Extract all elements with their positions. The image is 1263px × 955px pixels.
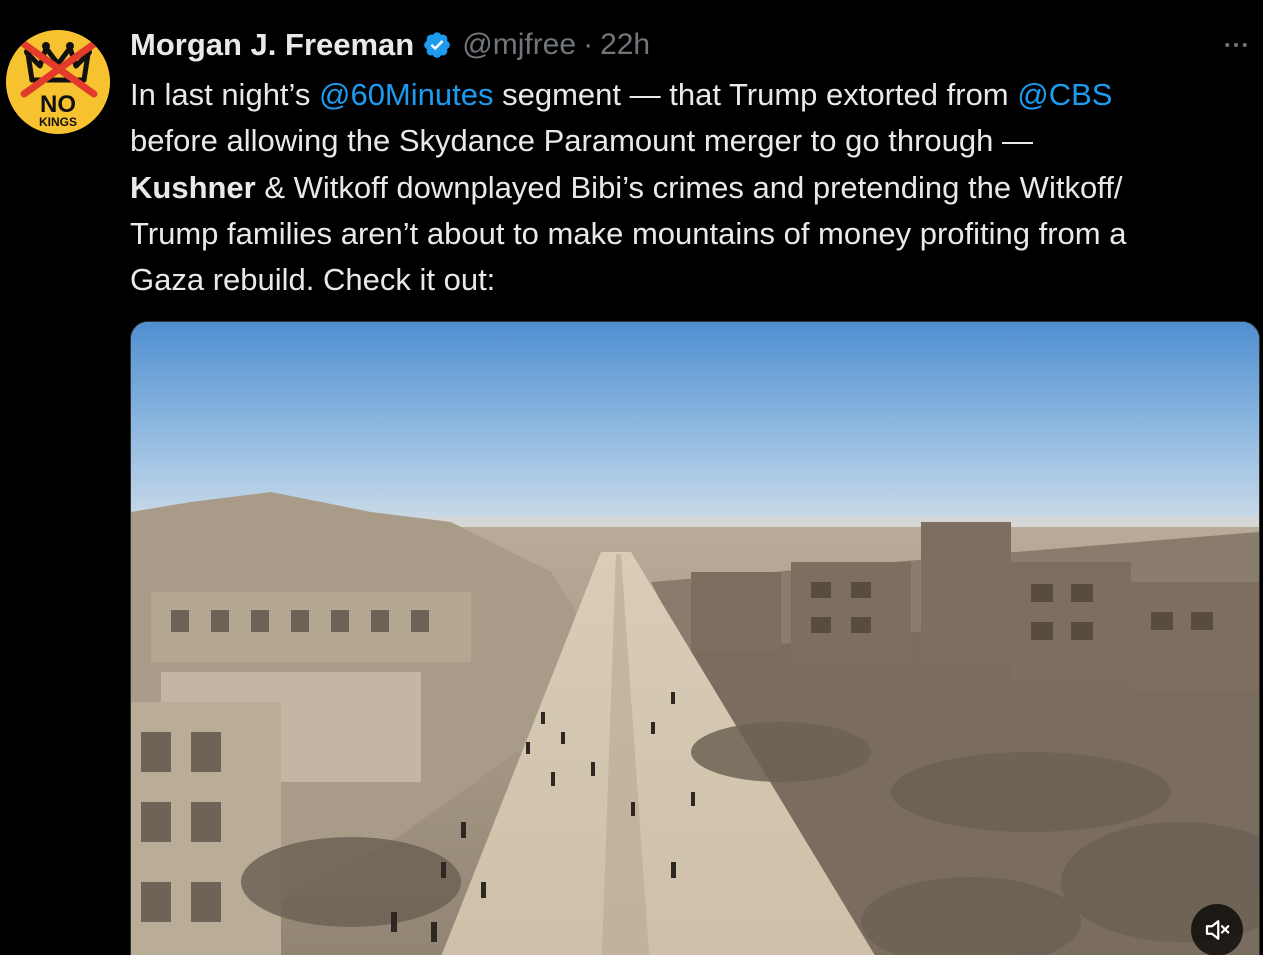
mute-toggle-button[interactable] <box>1191 904 1243 955</box>
handle[interactable]: @mjfree <box>462 28 576 62</box>
mention-cbs-link[interactable]: @CBS <box>1017 77 1112 112</box>
text-segment: before allowing the Skydance Paramount m… <box>130 123 1033 159</box>
verified-badge-icon[interactable] <box>422 30 452 60</box>
timestamp[interactable]: 22h <box>600 28 650 62</box>
avatar[interactable]: NO KINGS <box>6 30 110 134</box>
more-options-button[interactable] <box>1219 28 1253 62</box>
tweet-text: In last night’s @60Minutes segment — tha… <box>130 72 1250 303</box>
avatar-text-no: NO <box>40 91 76 118</box>
text-segment: Trump families aren’t about to make moun… <box>130 215 1127 251</box>
muted-speaker-icon <box>1205 920 1230 940</box>
tweet-line: Trump families aren’t about to make moun… <box>130 211 1250 257</box>
mention-60minutes-link[interactable]: @60Minutes <box>319 77 494 112</box>
tweet-line: before allowing the Skydance Paramount m… <box>130 118 1250 164</box>
tweet-header: Morgan J. Freeman @mjfree · 22h <box>130 24 650 66</box>
bold-text-kushner: Kushner <box>130 169 256 205</box>
text-segment: In last night’s <box>130 77 319 112</box>
video-frame <box>131 322 1259 955</box>
ellipsis-icon <box>1225 43 1247 47</box>
separator-dot: · <box>583 28 594 61</box>
text-segment: & Witkoff downplayed Bibi’s crimes and p… <box>255 169 1123 205</box>
tweet-line: In last night’s @60Minutes segment — tha… <box>130 72 1250 118</box>
avatar-text-kings: KINGS <box>39 115 77 129</box>
display-name[interactable]: Morgan J. Freeman <box>130 27 414 63</box>
tweet-card[interactable]: NO KINGS Morgan J. Freeman @mjfree · 22h… <box>0 0 1263 955</box>
no-kings-logo: NO KINGS <box>6 30 110 134</box>
text-segment: segment — that Trump extorted from <box>493 77 1018 112</box>
tweet-line: Kushner & Witkoff downplayed Bibi’s crim… <box>130 165 1250 211</box>
text-segment: Gaza rebuild. Check it out: <box>130 262 496 298</box>
video-player[interactable] <box>130 321 1260 955</box>
tweet-line: Gaza rebuild. Check it out: <box>130 257 1250 303</box>
